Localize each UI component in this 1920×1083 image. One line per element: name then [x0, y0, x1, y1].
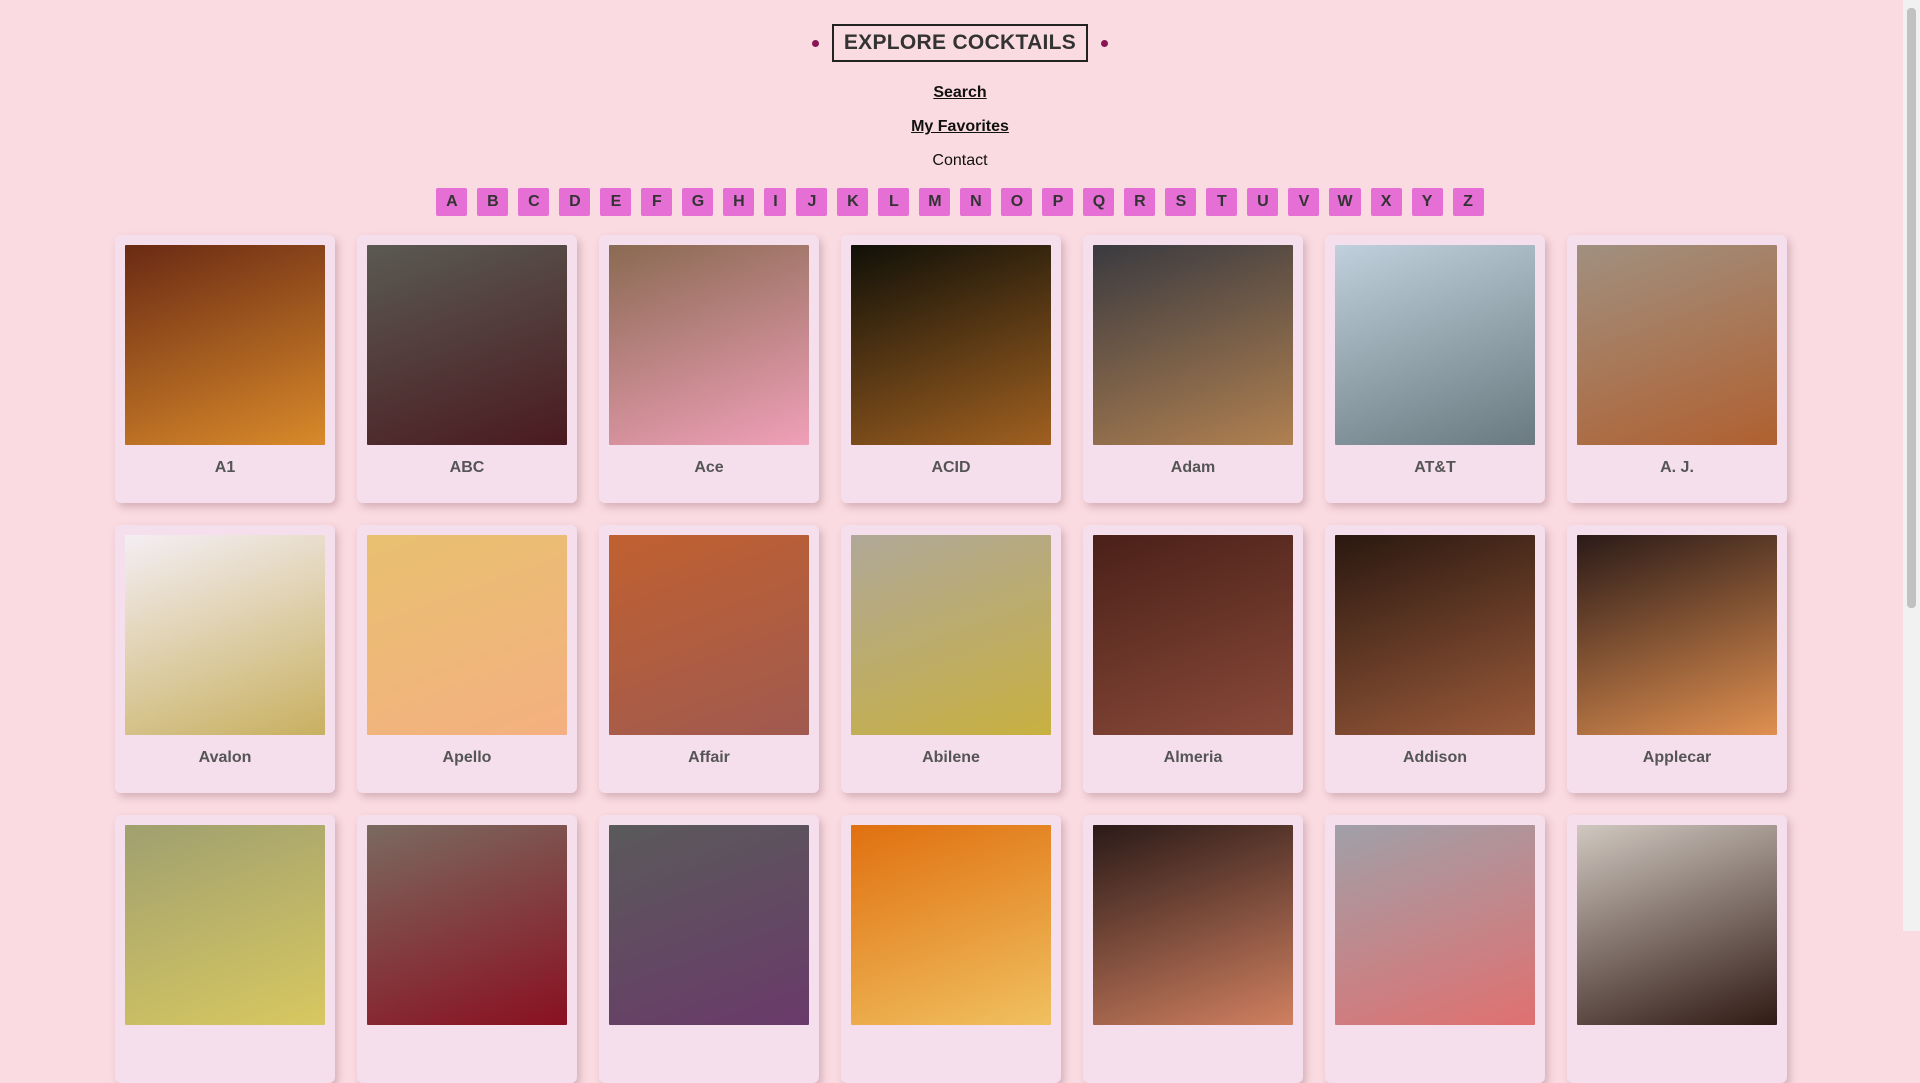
cocktail-image[interactable] — [609, 535, 809, 735]
nav-search-link[interactable]: Search — [933, 76, 986, 110]
cocktail-image[interactable] — [1093, 535, 1293, 735]
letter-button-s[interactable]: S — [1165, 188, 1197, 216]
cocktail-card[interactable]: A1 — [115, 235, 335, 503]
cocktail-name[interactable]: ACID — [851, 459, 1051, 477]
cocktail-image[interactable] — [125, 535, 325, 735]
cocktail-name[interactable]: Addison — [1335, 749, 1535, 767]
letter-button-g[interactable]: G — [682, 188, 714, 216]
cocktail-card[interactable] — [841, 815, 1061, 1083]
cocktail-name[interactable]: A. J. — [1577, 459, 1777, 477]
cocktail-card[interactable]: Applecar — [1567, 525, 1787, 793]
cocktail-image[interactable] — [851, 245, 1051, 445]
cocktail-image[interactable] — [1093, 245, 1293, 445]
cocktail-image[interactable] — [367, 535, 567, 735]
letter-button-v[interactable]: V — [1288, 188, 1320, 216]
left-dot-icon — [811, 39, 819, 47]
letter-button-w[interactable]: W — [1329, 188, 1361, 216]
cocktail-name[interactable]: AT&T — [1335, 459, 1535, 477]
cocktail-name[interactable]: Applecar — [1577, 749, 1777, 767]
cocktail-card[interactable] — [1083, 815, 1303, 1083]
cocktail-card[interactable]: Ace — [599, 235, 819, 503]
letter-button-p[interactable]: P — [1042, 188, 1074, 216]
cocktail-image[interactable] — [367, 825, 567, 1025]
letter-button-m[interactable]: M — [919, 188, 951, 216]
cocktail-name[interactable]: Avalon — [125, 749, 325, 767]
cocktail-image[interactable] — [1335, 825, 1535, 1025]
cocktail-card[interactable]: ABC — [357, 235, 577, 503]
cocktail-image[interactable] — [1577, 825, 1777, 1025]
cocktail-card[interactable] — [357, 815, 577, 1083]
right-dot-icon — [1101, 39, 1109, 47]
cocktail-card[interactable] — [1325, 815, 1545, 1083]
cocktail-image[interactable] — [851, 535, 1051, 735]
alphabet-filter: ABCDEFGHIJKLMNOPQRSTUVWXYZ — [0, 188, 1920, 216]
cocktail-card[interactable]: Abilene — [841, 525, 1061, 793]
letter-button-o[interactable]: O — [1001, 188, 1033, 216]
letter-button-z[interactable]: Z — [1452, 188, 1484, 216]
cocktail-card[interactable]: Addison — [1325, 525, 1545, 793]
cocktail-card[interactable]: Adam — [1083, 235, 1303, 503]
cocktail-image[interactable] — [1335, 245, 1535, 445]
cocktail-card[interactable]: Apello — [357, 525, 577, 793]
cocktail-card[interactable]: AT&T — [1325, 235, 1545, 503]
cocktail-image[interactable] — [125, 825, 325, 1025]
cocktail-name[interactable]: Almeria — [1093, 749, 1293, 767]
page-header: EXPLORE COCKTAILS Search My Favorites Co… — [0, 0, 1920, 216]
cocktail-image[interactable] — [609, 245, 809, 445]
cocktail-card[interactable]: A. J. — [1567, 235, 1787, 503]
letter-button-f[interactable]: F — [641, 188, 673, 216]
page-scrollbar[interactable] — [1903, 0, 1920, 931]
cocktail-image[interactable] — [1093, 825, 1293, 1025]
letter-button-i[interactable]: I — [764, 188, 787, 216]
cocktail-name[interactable]: ABC — [367, 459, 567, 477]
nav-favorites-link[interactable]: My Favorites — [911, 110, 1009, 144]
letter-button-x[interactable]: X — [1370, 188, 1402, 216]
main-nav: Search My Favorites Contact — [0, 76, 1920, 178]
cocktail-card[interactable]: ACID — [841, 235, 1061, 503]
letter-button-d[interactable]: D — [559, 188, 591, 216]
cocktail-image[interactable] — [609, 825, 809, 1025]
letter-button-h[interactable]: H — [723, 188, 755, 216]
cocktail-grid: A1 ABC Ace ACID Adam AT&T A. J. Avalon Apello Aff… — [115, 235, 1787, 1083]
cocktail-card[interactable]: Almeria — [1083, 525, 1303, 793]
letter-button-t[interactable]: T — [1206, 188, 1238, 216]
cocktail-name[interactable]: Apello — [367, 749, 567, 767]
cocktail-name[interactable]: Affair — [609, 749, 809, 767]
cocktail-image[interactable] — [125, 245, 325, 445]
cocktail-card[interactable] — [115, 815, 335, 1083]
letter-button-r[interactable]: R — [1124, 188, 1156, 216]
letter-button-a[interactable]: A — [436, 188, 468, 216]
cocktail-name[interactable]: Abilene — [851, 749, 1051, 767]
letter-button-q[interactable]: Q — [1083, 188, 1115, 216]
letter-button-c[interactable]: C — [518, 188, 550, 216]
letter-button-n[interactable]: N — [960, 188, 992, 216]
cocktail-name[interactable]: Ace — [609, 459, 809, 477]
cocktail-image[interactable] — [851, 825, 1051, 1025]
letter-button-j[interactable]: J — [796, 188, 828, 216]
cocktail-image[interactable] — [1577, 535, 1777, 735]
letter-button-u[interactable]: U — [1247, 188, 1279, 216]
letter-button-k[interactable]: K — [837, 188, 869, 216]
cocktail-name[interactable]: Adam — [1093, 459, 1293, 477]
letter-button-e[interactable]: E — [600, 188, 632, 216]
cocktail-image[interactable] — [367, 245, 567, 445]
cocktail-card[interactable]: Avalon — [115, 525, 335, 793]
page-title: EXPLORE COCKTAILS — [831, 24, 1089, 62]
cocktail-card[interactable] — [599, 815, 819, 1083]
scrollbar-thumb[interactable] — [1907, 8, 1916, 608]
cocktail-name[interactable]: A1 — [125, 459, 325, 477]
letter-button-b[interactable]: B — [477, 188, 509, 216]
title-row: EXPLORE COCKTAILS — [0, 24, 1920, 62]
cocktail-card[interactable]: Affair — [599, 525, 819, 793]
cocktail-image[interactable] — [1335, 535, 1535, 735]
letter-button-l[interactable]: L — [878, 188, 910, 216]
nav-contact-link[interactable]: Contact — [932, 144, 987, 178]
cocktail-card[interactable] — [1567, 815, 1787, 1083]
cocktail-image[interactable] — [1577, 245, 1777, 445]
letter-button-y[interactable]: Y — [1411, 188, 1443, 216]
